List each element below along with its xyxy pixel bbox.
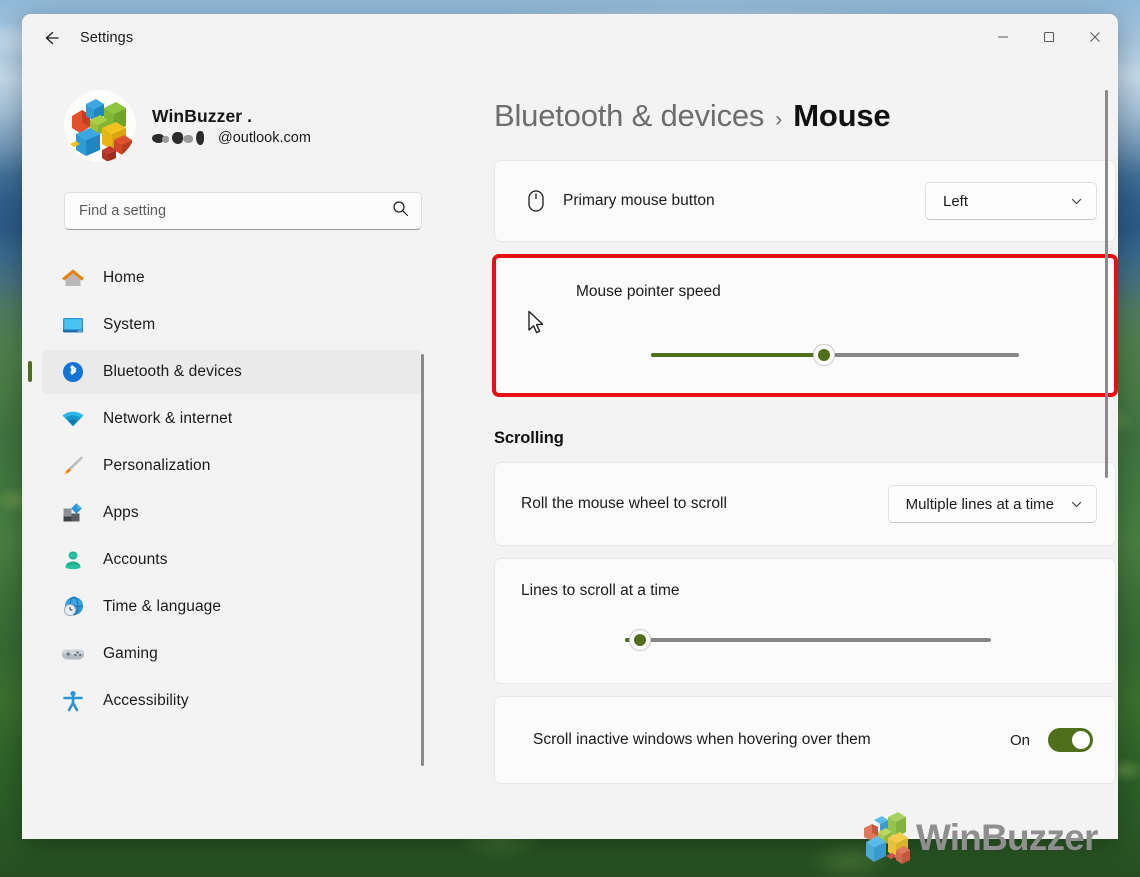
profile-text: WinBuzzer . @outlook.com	[152, 106, 311, 146]
app-title: Settings	[80, 30, 134, 46]
mouse-pointer-speed-card: Mouse pointer speed	[492, 254, 1118, 397]
page-title: Mouse	[793, 98, 891, 133]
dropdown-value: Left	[943, 192, 969, 210]
sidebar-item-accounts[interactable]: Accounts	[42, 538, 422, 582]
mouse-pointer-speed-slider[interactable]	[651, 344, 1019, 366]
close-icon[interactable]	[1072, 14, 1118, 60]
user-profile[interactable]: WinBuzzer . @outlook.com	[64, 90, 454, 162]
home-icon	[60, 265, 86, 291]
scrolling-section-heading: Scrolling	[494, 429, 564, 447]
inactive-scroll-row: Scroll inactive windows when hovering ov…	[494, 696, 1116, 784]
monitor-icon	[60, 312, 86, 338]
bluetooth-icon	[60, 359, 86, 385]
dropdown-value: Multiple lines at a time	[905, 495, 1054, 513]
window-controls	[980, 14, 1118, 60]
sidebar-item-label: Network & internet	[103, 410, 233, 427]
search-input[interactable]	[79, 203, 392, 219]
mouse-pointer-speed-label: Mouse pointer speed	[576, 283, 721, 300]
sidebar-item-label: Home	[103, 269, 145, 286]
window-body: WinBuzzer . @outlook.com Find a setting …	[22, 62, 1118, 839]
toggle-knob	[1072, 731, 1090, 749]
settings-window: Settings WinBuzzer . @outlook.com Find a…	[22, 14, 1118, 839]
wheel-scroll-label: Roll the mouse wheel to scroll	[521, 495, 727, 512]
clock-globe-icon	[60, 594, 86, 620]
lines-to-scroll-card: Lines to scroll at a time	[494, 558, 1116, 684]
sidebar-item-label: Accounts	[103, 551, 168, 568]
avatar	[64, 90, 136, 162]
slider-fill	[651, 353, 824, 357]
sidebar-item-label: Gaming	[103, 645, 158, 662]
wifi-icon	[60, 406, 86, 432]
breadcrumb-separator: ›	[775, 108, 783, 131]
sidebar-nav: Home System Bluetooth & devices Network …	[28, 256, 454, 723]
sidebar-item-network-internet[interactable]: Network & internet	[42, 397, 422, 441]
content-area: Bluetooth & devices › Mouse Primary mous…	[454, 62, 1118, 839]
gamepad-icon	[60, 641, 86, 667]
sidebar-item-system[interactable]: System	[42, 303, 422, 347]
wheel-scroll-dropdown[interactable]: Multiple lines at a time	[887, 485, 1097, 523]
primary-mouse-button-label: Primary mouse button	[563, 192, 715, 209]
sidebar-item-label: System	[103, 316, 156, 333]
lines-to-scroll-label: Lines to scroll at a time	[521, 582, 680, 599]
profile-email: @outlook.com	[218, 130, 311, 146]
desktop-background: Settings WinBuzzer . @outlook.com Find a…	[0, 0, 1140, 877]
slider-track	[625, 638, 991, 642]
arrow-cursor-icon	[527, 310, 549, 343]
inactive-scroll-toggle[interactable]	[1048, 728, 1093, 752]
sidebar-item-gaming[interactable]: Gaming	[42, 632, 422, 676]
title-bar: Settings	[22, 14, 1118, 62]
sidebar-item-label: Accessibility	[103, 692, 189, 709]
sidebar-item-home[interactable]: Home	[42, 256, 422, 300]
search-icon	[392, 200, 409, 222]
sidebar-item-time-language[interactable]: Time & language	[42, 585, 422, 629]
breadcrumb-parent[interactable]: Bluetooth & devices	[494, 98, 764, 134]
redacted-email-blob	[152, 130, 214, 146]
wheel-scroll-row: Roll the mouse wheel to scroll Multiple …	[494, 462, 1116, 546]
sidebar: WinBuzzer . @outlook.com Find a setting …	[22, 62, 454, 839]
breadcrumb: Bluetooth & devices › Mouse	[494, 98, 1118, 134]
primary-mouse-button-row: Primary mouse button Left	[494, 160, 1116, 242]
search-box[interactable]	[64, 192, 422, 230]
primary-mouse-button-dropdown[interactable]: Left	[925, 182, 1097, 220]
mouse-icon	[521, 188, 551, 214]
profile-name: WinBuzzer .	[152, 106, 253, 126]
profile-email-row: @outlook.com	[152, 130, 311, 146]
lines-to-scroll-slider[interactable]	[625, 629, 991, 651]
back-arrow-icon[interactable]	[34, 21, 68, 55]
paintbrush-icon	[60, 453, 86, 479]
sidebar-item-label: Time & language	[103, 598, 222, 615]
maximize-icon[interactable]	[1026, 14, 1072, 60]
accessibility-icon	[60, 688, 86, 714]
toggle-state-label: On	[1009, 731, 1030, 749]
slider-thumb[interactable]	[812, 344, 835, 366]
sidebar-item-apps[interactable]: Apps	[42, 491, 422, 535]
sidebar-item-bluetooth-devices[interactable]: Bluetooth & devices	[28, 350, 422, 394]
chevron-down-icon	[1070, 498, 1083, 511]
sidebar-item-label: Personalization	[103, 457, 211, 474]
person-icon	[60, 547, 86, 573]
sidebar-item-personalization[interactable]: Personalization	[42, 444, 422, 488]
apps-icon	[60, 500, 86, 526]
chevron-down-icon	[1070, 195, 1083, 208]
sidebar-item-label: Apps	[103, 504, 139, 521]
minimize-icon[interactable]	[980, 14, 1026, 60]
inactive-scroll-label: Scroll inactive windows when hovering ov…	[533, 731, 871, 748]
content-scrollbar[interactable]	[1105, 90, 1108, 478]
sidebar-scrollbar[interactable]	[421, 354, 424, 766]
sidebar-item-label: Bluetooth & devices	[103, 363, 242, 380]
slider-thumb[interactable]	[628, 629, 651, 651]
sidebar-item-accessibility[interactable]: Accessibility	[42, 679, 422, 723]
